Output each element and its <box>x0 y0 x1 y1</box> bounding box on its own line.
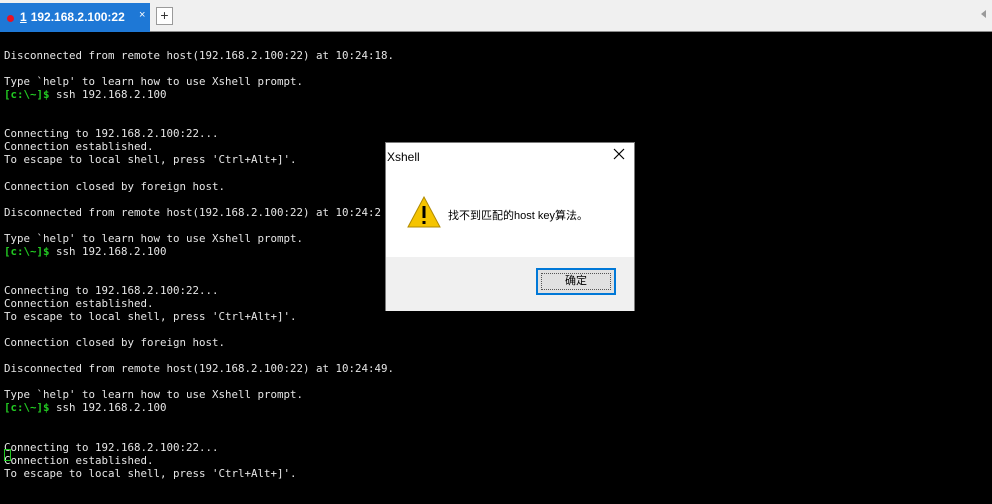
terminal-line: Type `help' to learn how to use Xshell p… <box>4 232 303 245</box>
dialog-title: Xshell <box>387 150 420 164</box>
terminal-text: To escape to local shell, press 'Ctrl+Al… <box>4 153 297 167</box>
tab-scroll-left-icon[interactable] <box>981 10 986 18</box>
shell-prompt: [c:\~]$ <box>4 244 50 258</box>
terminal-text: ssh 192.168.2.100 <box>49 244 167 258</box>
terminal-line: Disconnected from remote host(192.168.2.… <box>4 49 394 62</box>
terminal-line: To escape to local shell, press 'Ctrl+Al… <box>4 467 297 480</box>
terminal-line: Type `help' to learn how to use Xshell p… <box>4 75 303 88</box>
session-tab-label: 1 192.168.2.100:22 <box>20 10 125 24</box>
warning-icon <box>407 196 441 228</box>
terminal-line: Disconnected from remote host(192.168.2.… <box>4 362 394 375</box>
terminal-text: Disconnected from remote host(192.168.2.… <box>4 205 382 219</box>
terminal-text: ssh 192.168.2.100 <box>49 401 167 415</box>
ok-button[interactable]: 确定 <box>536 268 616 295</box>
terminal-text: Disconnected from remote host(192.168.2.… <box>4 362 395 376</box>
terminal-text: To escape to local shell, press 'Ctrl+Al… <box>4 310 297 323</box>
terminal-line: To escape to local shell, press 'Ctrl+Al… <box>4 310 297 323</box>
terminal-cursor <box>4 449 11 461</box>
tab-bar: 1 192.168.2.100:22 × + <box>0 0 992 32</box>
error-dialog: Xshell 找不到匹配的host key算法。 确定 <box>385 142 635 311</box>
terminal-text: Connection established. <box>4 140 154 154</box>
terminal-text: To escape to local shell, press 'Ctrl+Al… <box>4 466 297 480</box>
terminal-line: Connecting to 192.168.2.100:22... <box>4 127 219 140</box>
new-tab-button[interactable]: + <box>156 7 173 25</box>
terminal-line: [c:\~]$ ssh 192.168.2.100 <box>4 245 167 258</box>
terminal-line: Disconnected from remote host(192.168.2.… <box>4 206 381 219</box>
terminal-line: Connection established. <box>4 454 154 467</box>
terminal-text: ssh 192.168.2.100 <box>49 88 167 102</box>
terminal-text: Connection closed by foreign host. <box>4 179 226 193</box>
session-tab[interactable]: 1 192.168.2.100:22 × <box>0 3 150 32</box>
terminal-line: Connection established. <box>4 140 154 153</box>
terminal-line: Connecting to 192.168.2.100:22... <box>4 441 219 454</box>
shell-prompt: [c:\~]$ <box>4 401 50 415</box>
shell-prompt: [c:\~]$ <box>4 88 50 102</box>
session-tab-number: 1 <box>20 10 27 24</box>
terminal-line: Connection established. <box>4 297 154 310</box>
terminal-line: Connection closed by foreign host. <box>4 180 225 193</box>
terminal-text: Disconnected from remote host(192.168.2.… <box>4 49 395 62</box>
terminal-line: Connection closed by foreign host. <box>4 336 225 349</box>
close-icon[interactable] <box>612 147 626 161</box>
terminal-text: Type `help' to learn how to use Xshell p… <box>4 388 304 402</box>
terminal-line: To escape to local shell, press 'Ctrl+Al… <box>4 153 297 166</box>
terminal-text: Connection closed by foreign host. <box>4 336 226 350</box>
terminal-text: Connecting to 192.168.2.100:22... <box>4 127 219 141</box>
terminal-text: Connecting to 192.168.2.100:22... <box>4 283 219 297</box>
dialog-message: 找不到匹配的host key算法。 <box>448 210 588 222</box>
terminal-line: Connecting to 192.168.2.100:22... <box>4 284 219 297</box>
terminal-text: Connection established. <box>4 296 154 310</box>
terminal-line: [c:\~]$ ssh 192.168.2.100 <box>4 401 167 414</box>
terminal-text: Connection established. <box>4 453 154 467</box>
terminal-text: Type `help' to learn how to use Xshell p… <box>4 231 304 245</box>
close-tab-icon[interactable]: × <box>139 9 145 21</box>
terminal-text: Connecting to 192.168.2.100:22... <box>4 440 219 454</box>
terminal-line: [c:\~]$ ssh 192.168.2.100 <box>4 88 167 101</box>
terminal-text: Type `help' to learn how to use Xshell p… <box>4 75 304 89</box>
terminal-line: Type `help' to learn how to use Xshell p… <box>4 388 303 401</box>
disconnected-status-icon <box>7 15 14 22</box>
focus-rect <box>541 273 611 290</box>
dialog-footer: 确定 <box>386 257 634 311</box>
session-tab-title: 192.168.2.100:22 <box>30 10 125 24</box>
